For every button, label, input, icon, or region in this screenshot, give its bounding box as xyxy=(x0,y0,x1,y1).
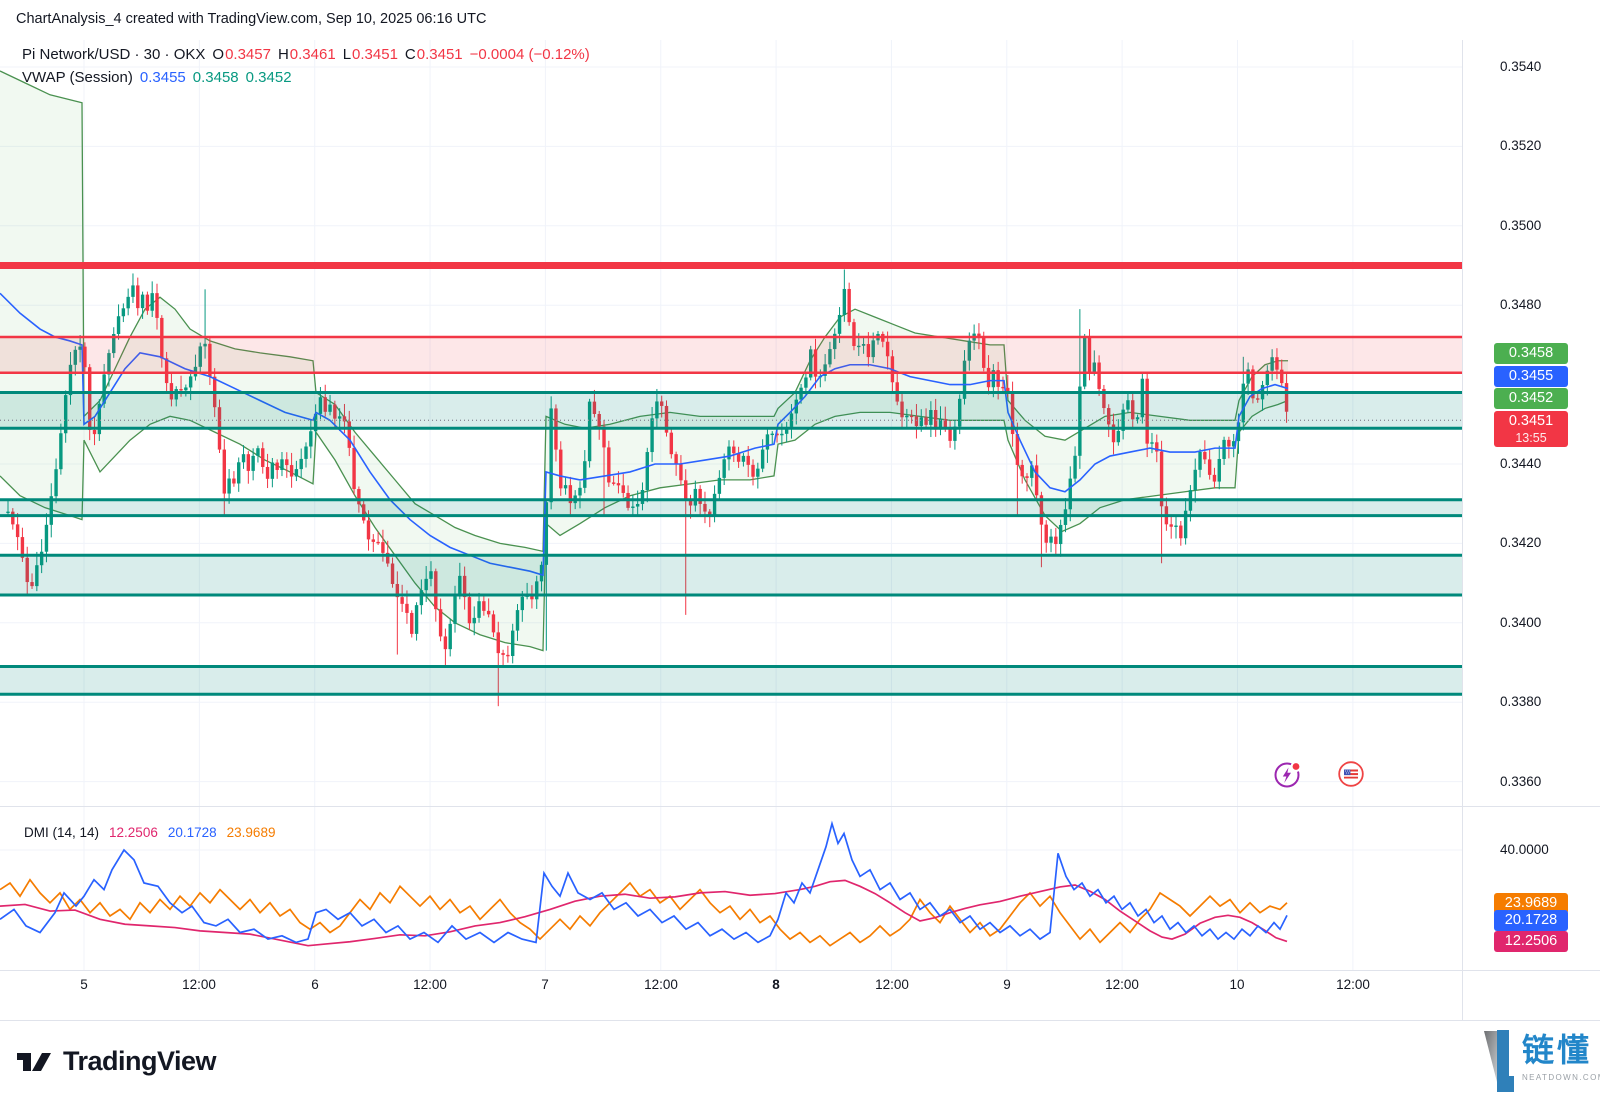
tradingview-logo-text: TradingView xyxy=(63,1046,216,1077)
time-axis-label: 6 xyxy=(311,977,319,992)
price-axis-label: 0.3360 xyxy=(1500,774,1541,790)
neatdown-logo-text: 链懂 xyxy=(1522,1030,1592,1070)
vwap-upper-value: 0.3458 xyxy=(193,69,239,86)
price-axis-label: 0.3400 xyxy=(1500,615,1541,631)
ohlc-high: H0.3461 xyxy=(278,46,336,63)
time-axis-label: 12:00 xyxy=(413,977,447,992)
dmi-plus-di-value: 20.1728 xyxy=(168,825,217,840)
time-axis-label: 12:00 xyxy=(644,977,678,992)
tradingview-export-page: { "header": { "title": "ChartAnalysis_4 … xyxy=(0,0,1600,1103)
chart-canvas[interactable] xyxy=(0,0,1600,1103)
dmi-label[interactable]: DMI (14, 14) xyxy=(24,825,99,840)
ohlc-close: C0.3451 xyxy=(405,46,463,63)
ohlc-low: L0.3451 xyxy=(343,46,398,63)
dmi-legend: DMI (14, 14) 12.2506 20.1728 23.9689 xyxy=(24,825,275,840)
price-axis-badge: 0.3455 xyxy=(1494,366,1568,387)
price-axis-label: 0.3540 xyxy=(1500,59,1541,75)
dmi-axis-badge: 20.1728 xyxy=(1494,910,1568,931)
time-axis-label: 8 xyxy=(772,977,780,992)
price-axis-badge: 0.345113:55 xyxy=(1494,411,1568,447)
time-axis-label: 7 xyxy=(541,977,549,992)
price-axis-badge: 0.3458 xyxy=(1494,343,1568,364)
price-axis-badge: 0.3452 xyxy=(1494,388,1568,409)
neatdown-logo: 链懂 NEATDOWN.COM xyxy=(1482,1030,1600,1092)
neatdown-domain: NEATDOWN.COM xyxy=(1522,1073,1600,1082)
tradingview-logo[interactable]: TradingView xyxy=(16,1046,216,1077)
dmi-minus-di-value: 23.9689 xyxy=(227,825,276,840)
dmi-pane[interactable] xyxy=(0,824,1287,946)
time-axis-label: 12:00 xyxy=(1105,977,1139,992)
dmi-axis-badge: 12.2506 xyxy=(1494,931,1568,952)
price-axis-label: 0.3380 xyxy=(1500,694,1541,710)
price-axis-label: 0.3440 xyxy=(1500,456,1541,472)
ohlc-open: O0.3457 xyxy=(212,46,271,63)
dmi-axis-label: 40.0000 xyxy=(1500,842,1549,858)
dmi-plus-di-line xyxy=(0,824,1287,943)
time-axis-label: 10 xyxy=(1229,977,1244,992)
price-axis-label: 0.3520 xyxy=(1500,138,1541,154)
time-axis-label: 12:00 xyxy=(182,977,216,992)
symbol-legend: Pi Network/USD · 30 · OKX O0.3457 H0.346… xyxy=(22,46,590,92)
export-title: ChartAnalysis_4 created with TradingView… xyxy=(16,11,486,27)
time-axis-label: 12:00 xyxy=(1336,977,1370,992)
neatdown-logo-mark xyxy=(1482,1030,1514,1092)
price-axis-label: 0.3500 xyxy=(1500,218,1541,234)
vwap-lower-value: 0.3452 xyxy=(246,69,292,86)
tradingview-logo-mark xyxy=(16,1050,52,1074)
time-axis-label: 5 xyxy=(80,977,88,992)
price-axis-label: 0.3480 xyxy=(1500,297,1541,313)
pane-separators xyxy=(0,40,1600,1021)
symbol-row: Pi Network/USD · 30 · OKX O0.3457 H0.346… xyxy=(22,46,590,63)
vwap-value: 0.3455 xyxy=(140,69,186,86)
us-flag-event-icon[interactable] xyxy=(1337,760,1365,788)
price-change: −0.0004 (−0.12%) xyxy=(470,46,590,63)
vwap-row: VWAP (Session) 0.3455 0.3458 0.3452 xyxy=(22,69,590,86)
symbol-title[interactable]: Pi Network/USD · 30 · OKX xyxy=(22,46,205,63)
price-axis-label: 0.3420 xyxy=(1500,535,1541,551)
time-axis-label: 12:00 xyxy=(875,977,909,992)
vwap-label[interactable]: VWAP (Session) xyxy=(22,69,133,86)
time-axis-label: 9 xyxy=(1003,977,1011,992)
flash-event-icon[interactable] xyxy=(1273,761,1301,789)
dmi-adx-value: 12.2506 xyxy=(109,825,158,840)
